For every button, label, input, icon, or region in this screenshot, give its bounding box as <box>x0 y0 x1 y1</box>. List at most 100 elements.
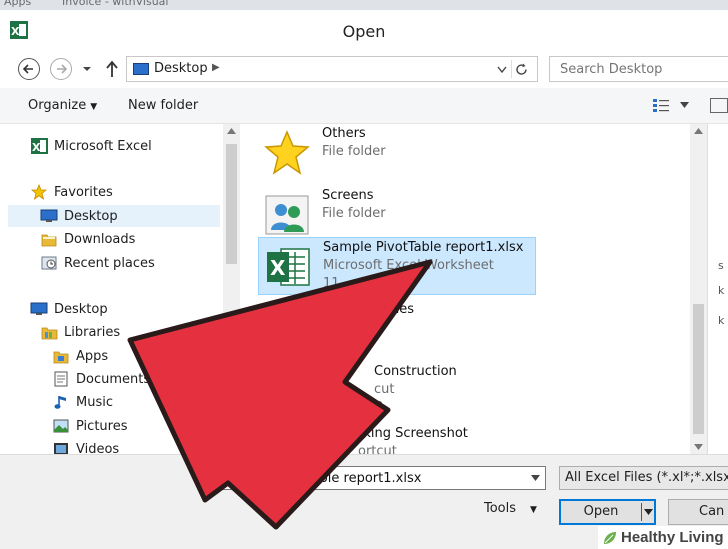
organize-label: Organize <box>28 98 87 113</box>
chevron-down-icon: ▼ <box>530 505 537 515</box>
desktop-icon <box>40 208 58 224</box>
pictures-icon <box>52 418 70 434</box>
nav-item-label: Videos <box>76 441 120 455</box>
file-name: nes <box>391 302 415 317</box>
dialog-title: Open <box>342 22 386 41</box>
nav-item-label: Pictures <box>76 418 128 434</box>
file-name-label: e: <box>200 469 213 484</box>
file-item-screens[interactable]: Screens File folder <box>258 186 536 244</box>
address-row: Desktop ▶ <box>0 52 728 88</box>
nav-item-apps[interactable]: Apps <box>52 345 108 367</box>
tools-label: Tools <box>484 501 517 516</box>
nav-item-pictures[interactable]: Pictures <box>52 415 127 437</box>
file-item-construction[interactable]: Construction cut KB <box>258 362 536 420</box>
nav-item-downloads[interactable]: Downloads <box>40 228 135 250</box>
command-toolbar: Organize ▼ New folder <box>0 88 728 124</box>
nav-item-label: Downloads <box>64 231 136 247</box>
star-icon <box>30 184 48 200</box>
chevron-down-icon: ▼ <box>90 102 98 112</box>
file-item-working-screenshot[interactable]: rking Screenshot ortcut <box>258 424 536 454</box>
open-options-button[interactable] <box>642 501 654 523</box>
nav-scrollbar[interactable] <box>223 124 240 454</box>
nav-item-microsoft-excel[interactable]: X Microsoft Excel <box>30 135 152 157</box>
nav-item-label: Desktop <box>64 208 118 224</box>
nav-item-favorites[interactable]: Favorites <box>30 181 113 203</box>
nav-item-label: Documents <box>76 371 151 387</box>
file-type: Microsoft Excel Worksheet <box>323 258 494 273</box>
file-size: KB <box>366 400 384 415</box>
file-name: Others <box>322 126 366 141</box>
file-name: Construction <box>374 364 457 379</box>
search-input[interactable] <box>550 57 728 81</box>
nav-item-documents[interactable]: Documents <box>52 368 150 390</box>
videos-icon <box>52 441 70 454</box>
apps-bookmark[interactable]: Apps <box>4 0 31 8</box>
nav-item-label: Libraries <box>64 324 121 340</box>
file-type: File folder <box>322 206 386 221</box>
browser-bookmark-strip: Apps Invoice - withVisual <box>0 0 728 10</box>
file-type: ortcut <box>358 444 397 454</box>
back-arrow-icon <box>23 64 33 74</box>
nav-item-desktop-favorite[interactable]: Desktop <box>8 205 220 227</box>
scroll-down-arrow-icon[interactable] <box>694 444 703 450</box>
excel-icon: X <box>30 138 48 154</box>
navigation-pane: X Microsoft Excel Favorites Desktop Down… <box>0 124 240 454</box>
file-list-scrollbar-thumb[interactable] <box>693 304 704 434</box>
documents-icon <box>52 371 70 387</box>
invoice-bookmark[interactable]: Invoice - withVisual <box>62 0 168 8</box>
chevron-down-icon[interactable] <box>531 475 540 482</box>
file-item-nes[interactable]: nes <box>258 300 536 358</box>
file-type: File folder <box>322 144 386 159</box>
file-item-others[interactable]: Others File folder <box>258 124 536 182</box>
file-name-combobox[interactable] <box>217 466 546 490</box>
back-button[interactable] <box>18 58 40 80</box>
forward-arrow-icon <box>57 64 67 74</box>
excel-file-icon: X <box>267 248 310 286</box>
address-location[interactable]: Desktop <box>154 61 208 76</box>
change-view-icon[interactable] <box>652 98 670 114</box>
file-type-select[interactable]: All Excel Files (*.xl*;*.xlsx;*.x <box>559 466 728 490</box>
file-name: Sample PivotTable report1.xlsx <box>323 240 524 255</box>
tools-button[interactable]: Tools ▼ <box>484 501 537 516</box>
nav-scrollbar-thumb[interactable] <box>226 144 237 264</box>
watermark-text: Healthy Living <box>621 529 724 546</box>
file-name: Screens <box>322 188 374 203</box>
apps-folder-icon <box>52 348 70 364</box>
nav-item-music[interactable]: Music <box>52 391 113 413</box>
cancel-button[interactable]: Can <box>668 499 728 525</box>
nav-item-videos[interactable]: Videos <box>52 438 119 454</box>
file-size: 11 <box>323 276 340 291</box>
nav-item-label: Apps <box>76 348 109 364</box>
refresh-button[interactable] <box>511 60 531 78</box>
open-button[interactable]: Open <box>559 499 656 525</box>
preview-pane-icon[interactable] <box>710 98 728 113</box>
address-dropdown-icon[interactable] <box>497 66 507 74</box>
address-bar[interactable]: Desktop ▶ <box>126 56 538 82</box>
view-options-chevron-icon[interactable] <box>680 102 689 109</box>
music-icon <box>52 394 70 410</box>
file-name: rking Screenshot <box>358 426 468 441</box>
forward-button[interactable] <box>50 58 72 80</box>
organize-button[interactable]: Organize ▼ <box>28 98 97 113</box>
scroll-up-arrow-icon[interactable] <box>227 128 236 134</box>
libraries-icon <box>40 324 58 340</box>
nav-item-recent-places[interactable]: Recent places <box>40 252 155 274</box>
details-pane-edge: s k k <box>707 124 728 454</box>
nav-item-label: Desktop <box>54 301 108 317</box>
breadcrumb-chevron-icon[interactable]: ▶ <box>212 62 220 73</box>
scroll-up-arrow-icon[interactable] <box>694 128 703 134</box>
nav-item-label: Recent places <box>64 255 155 271</box>
folder-icon <box>40 231 58 247</box>
nav-item-desktop[interactable]: Desktop <box>30 298 108 320</box>
file-item-sample-pivottable[interactable]: X Sample PivotTable report1.xlsx Microso… <box>258 237 536 295</box>
file-list-scrollbar[interactable] <box>690 124 707 454</box>
search-box[interactable] <box>549 56 728 82</box>
recent-locations-chevron-icon[interactable] <box>82 64 92 74</box>
new-folder-button[interactable]: New folder <box>128 98 198 113</box>
nav-item-label: Microsoft Excel <box>54 138 152 154</box>
file-name-input[interactable] <box>218 467 518 489</box>
leaf-logo-icon <box>604 531 616 544</box>
nav-item-libraries[interactable]: Libraries <box>40 321 120 343</box>
desktop-icon <box>133 63 149 75</box>
up-arrow-icon[interactable] <box>104 60 120 78</box>
